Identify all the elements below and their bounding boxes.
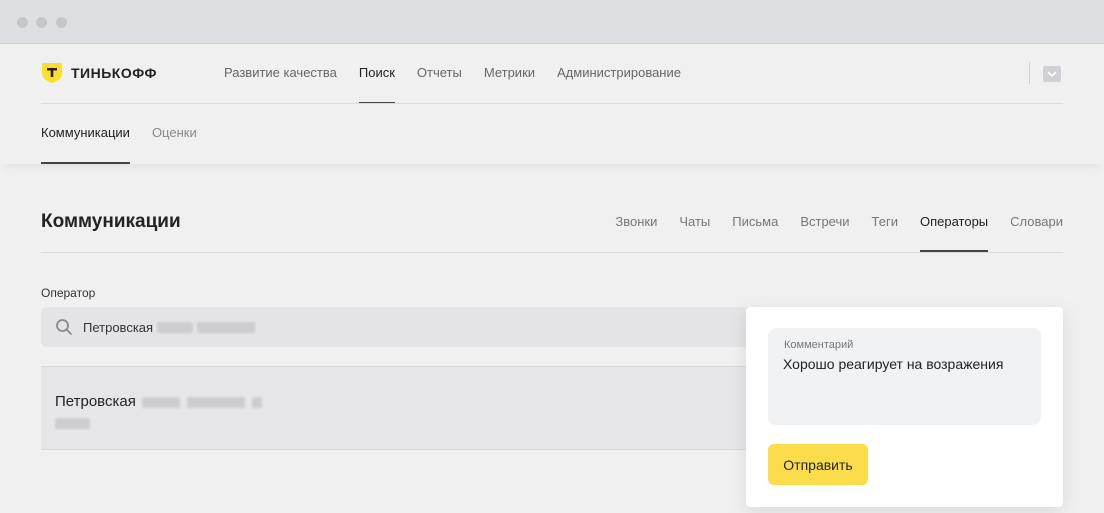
comment-field-label: Комментарий (784, 339, 854, 351)
tab-tags[interactable]: Теги (872, 192, 898, 252)
zoom-window-dot[interactable] (56, 17, 67, 28)
operator-result-name: Петровская (55, 393, 136, 410)
redacted-text (197, 321, 256, 333)
redacted-text (142, 396, 181, 408)
minimize-window-dot[interactable] (36, 17, 47, 28)
operator-field-label: Оператор (41, 286, 96, 300)
redacted-text (187, 396, 246, 408)
subnav-item-ratings[interactable]: Оценки (152, 104, 197, 164)
redacted-text (252, 396, 263, 408)
brand-name: ТИНЬКОФФ (71, 65, 157, 81)
operator-result-row[interactable]: Петровская (41, 366, 761, 450)
chevron-down-icon (1047, 71, 1057, 77)
shield-logo-icon (42, 63, 62, 83)
sub-navigation: Коммуникации Оценки (41, 104, 219, 164)
search-icon (56, 319, 72, 335)
communication-tabs: Звонки Чаты Письма Встречи Теги Оператор… (593, 192, 1063, 252)
redacted-text (55, 418, 90, 430)
top-navigation: Развитие качества Поиск Отчеты Метрики А… (224, 44, 703, 104)
tab-meetings[interactable]: Встречи (800, 192, 849, 252)
subnav-item-communications[interactable]: Коммуникации (41, 104, 130, 164)
header-vertical-divider (1029, 62, 1030, 84)
brand-logo[interactable]: ТИНЬКОФФ (41, 62, 157, 84)
window-titlebar (0, 0, 1104, 44)
topnav-item-search[interactable]: Поиск (358, 44, 395, 104)
topnav-item-metrics[interactable]: Метрики (484, 44, 535, 104)
close-window-dot[interactable] (17, 17, 28, 28)
user-menu-button[interactable] (1043, 66, 1061, 82)
submit-comment-button[interactable]: Отправить (768, 444, 868, 485)
redacted-text (157, 321, 194, 333)
tab-letters[interactable]: Письма (732, 192, 778, 252)
topnav-item-quality[interactable]: Развитие качества (224, 44, 337, 104)
tab-chats[interactable]: Чаты (679, 192, 710, 252)
tabs-divider (41, 252, 1063, 253)
tab-operators[interactable]: Операторы (919, 192, 989, 252)
comment-textarea[interactable]: Комментарий Хорошо реагирует на возражен… (768, 328, 1041, 425)
app-header: ТИНЬКОФФ Развитие качества Поиск Отчеты … (0, 44, 1104, 164)
topnav-item-admin[interactable]: Администрирование (557, 44, 681, 104)
operator-search-value: Петровская (83, 319, 154, 335)
comment-popover: Комментарий Хорошо реагирует на возражен… (746, 307, 1063, 507)
tab-dictionaries[interactable]: Словари (1010, 192, 1063, 252)
comment-field-value: Хорошо реагирует на возражения (783, 356, 1004, 372)
operator-search-input[interactable]: Петровская (41, 307, 761, 347)
page-title: Коммуникации (41, 211, 181, 232)
topnav-item-reports[interactable]: Отчеты (417, 44, 462, 104)
tab-calls[interactable]: Звонки (615, 192, 657, 252)
